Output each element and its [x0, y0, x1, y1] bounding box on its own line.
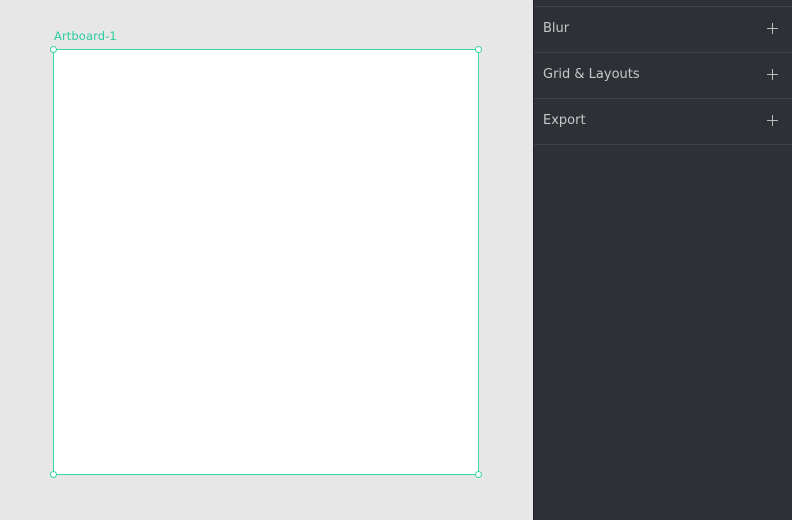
design-canvas[interactable]: Artboard-1 — [0, 0, 533, 520]
plus-icon[interactable] — [767, 23, 778, 34]
resize-handle-bottom-right[interactable] — [475, 471, 482, 478]
plus-icon[interactable] — [767, 115, 778, 126]
resize-handle-top-right[interactable] — [475, 46, 482, 53]
export-section-title: Export — [543, 113, 586, 128]
blur-section-title: Blur — [543, 21, 570, 36]
grid-layouts-section[interactable]: Grid & Layouts — [534, 53, 792, 99]
export-section[interactable]: Export — [534, 99, 792, 145]
inspector-panel: Blur Grid & Layouts Export — [533, 0, 792, 520]
artboard-name-label[interactable]: Artboard-1 — [54, 29, 117, 43]
grid-layouts-section-title: Grid & Layouts — [543, 67, 640, 82]
artboard[interactable] — [53, 49, 479, 475]
resize-handle-bottom-left[interactable] — [50, 471, 57, 478]
resize-handle-top-left[interactable] — [50, 46, 57, 53]
plus-icon[interactable] — [767, 69, 778, 80]
blur-section[interactable]: Blur — [534, 7, 792, 53]
